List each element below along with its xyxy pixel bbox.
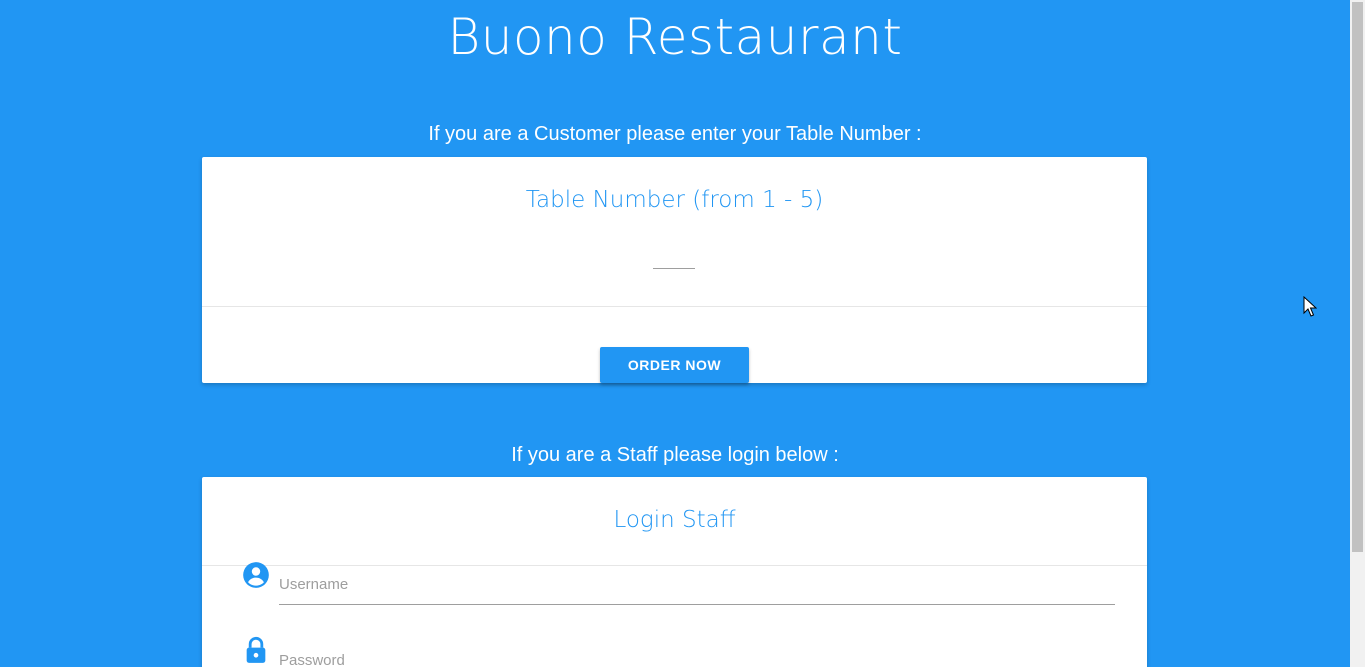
table-number-card: Table Number (from 1 - 5) ORDER NOW (202, 157, 1147, 383)
customer-heading: If you are a Customer please enter your … (428, 123, 922, 145)
table-number-title: Table Number (from 1 - 5) (525, 187, 824, 213)
table-number-input[interactable] (653, 239, 695, 269)
mouse-cursor-icon (1303, 296, 1317, 317)
username-input[interactable] (279, 565, 1115, 605)
card-divider (202, 306, 1147, 307)
lock-icon (246, 636, 266, 663)
app-title: Buono Restaurant (447, 8, 903, 66)
password-input[interactable] (279, 641, 1115, 667)
staff-heading: If you are a Staff please login below : (511, 444, 839, 466)
page: Buono Restaurant If you are a Customer p… (0, 0, 1365, 667)
vertical-scrollbar[interactable] (1350, 0, 1365, 667)
scrollbar-thumb[interactable] (1352, 2, 1363, 552)
login-staff-title: Login Staff (613, 507, 736, 533)
account-circle-icon (243, 562, 269, 588)
login-staff-card: Login Staff (202, 477, 1147, 667)
order-now-button[interactable]: ORDER NOW (600, 347, 749, 383)
